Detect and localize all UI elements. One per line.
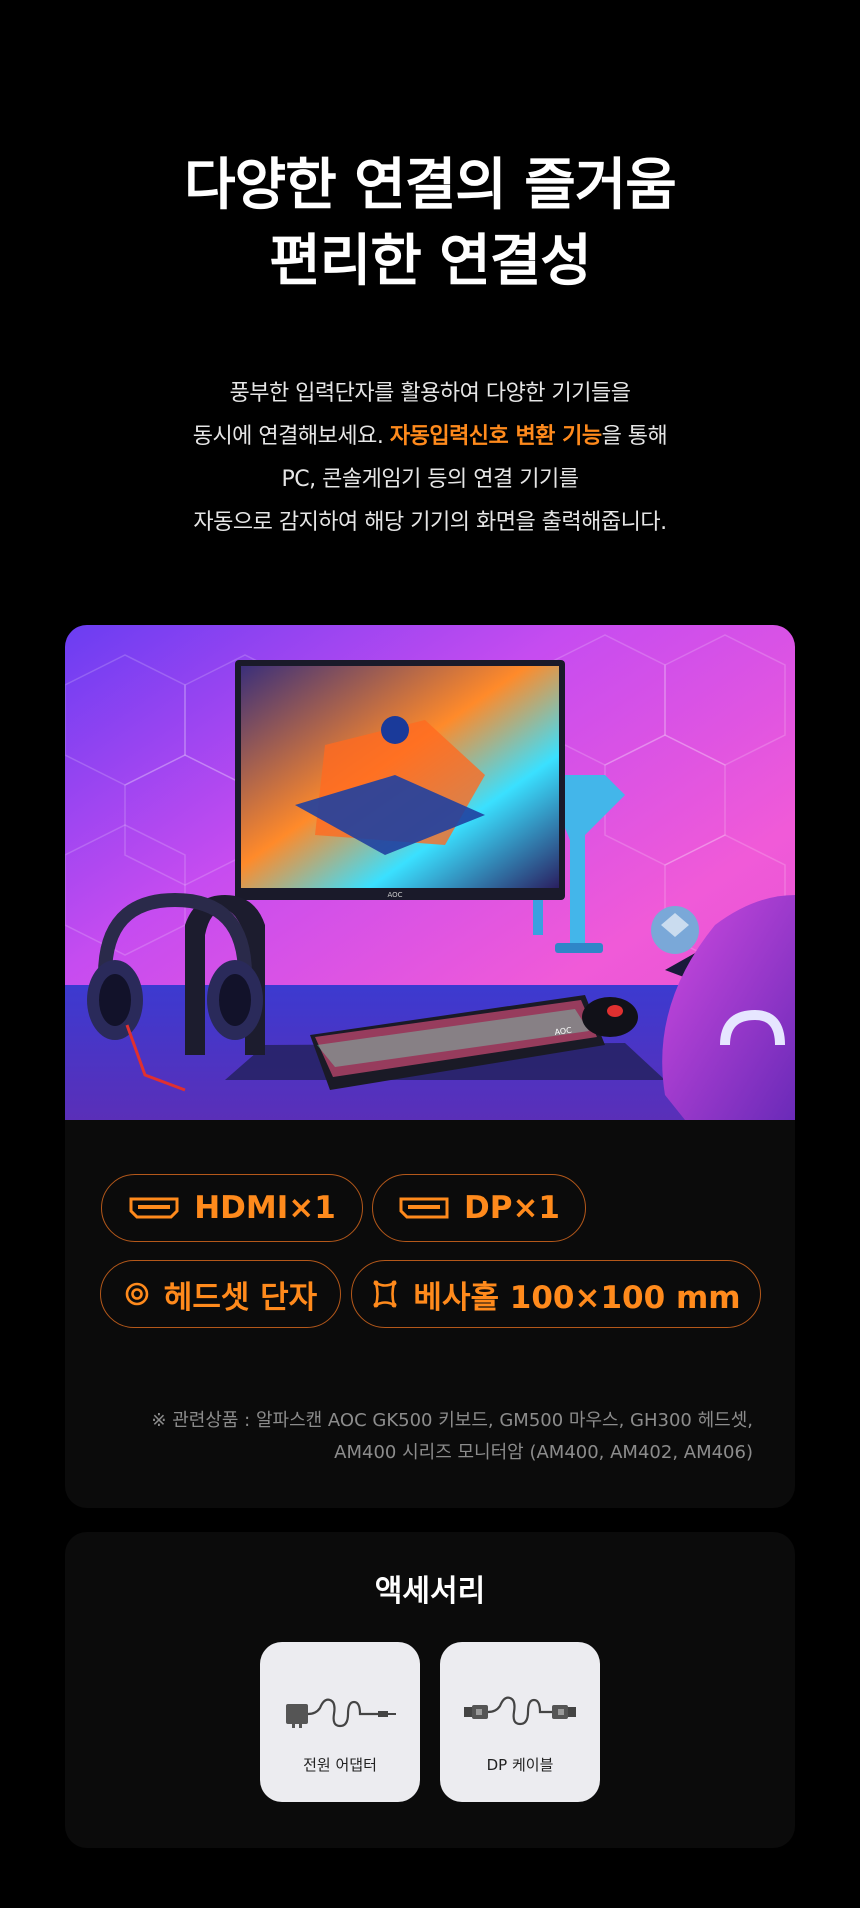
dp-label: DP×1 [464,1190,560,1226]
hdmi-label: HDMI×1 [194,1190,336,1226]
accessory-dp-cable-label: DP 케이블 [486,1756,554,1774]
description: 풍부한 입력단자를 활용하여 다양한 기기들을 동시에 연결해보세요. 자동입력… [0,372,860,544]
accessories-card: 액세서리 전원 어댑터 DP 케이블 [65,1532,795,1848]
headset-label: 헤드셋 단자 [163,1279,318,1316]
related-note-line-2: AM400 시리즈 모니터암 (AM400, AM402, AM406) [334,1442,753,1463]
description-line-2: 동시에 연결해보세요. 자동입력신호 변환 기능을 통해 [0,415,860,458]
headset-badge: 헤드셋 단자 [100,1260,341,1328]
vesa-badge: 베사홀 100×100 mm [351,1260,761,1328]
vesa-label: 베사홀 100×100 mm [413,1279,741,1316]
headset-jack-icon [124,1281,150,1307]
description-line-3: PC, 콘솔게임기 등의 연결 기기를 [281,467,579,492]
description-line-2-pre: 동시에 연결해보세요. [192,424,390,449]
auto-input-highlight: 자동입력신호 변환 기능 [389,424,602,449]
headline-line-2: 편리한 연결성 [269,229,592,294]
accessories-title: 액세서리 [374,1574,486,1609]
related-note-line-1: ※ 관련상품 : 알파스캔 AOC GK500 키보드, GM500 마우스, … [151,1410,753,1431]
connectivity-card: AOC AOC HDMI×1 DP×1 헤드셋 단자 베사홀 100×100 m… [65,625,795,1508]
hdmi-port-icon [128,1195,180,1221]
hdmi-badge: HDMI×1 [101,1174,363,1242]
related-products-note: ※ 관련상품 : 알파스캔 AOC GK500 키보드, GM500 마우스, … [151,1405,753,1469]
vesa-mount-icon [371,1280,399,1308]
description-line-2-post: 을 통해 [601,424,668,449]
accessory-power-adapter: 전원 어댑터 [260,1642,420,1802]
dp-badge: DP×1 [372,1174,586,1242]
accessory-dp-cable: DP 케이블 [440,1642,600,1802]
power-adapter-icon [286,1698,396,1728]
headline-line-1: 다양한 연결의 즐거움 [184,153,677,218]
description-line-1: 풍부한 입력단자를 활용하여 다양한 기기들을 [229,381,631,406]
dp-cable-icon [464,1696,576,1726]
displayport-icon [398,1195,450,1221]
description-line-4: 자동으로 감지하여 해당 기기의 화면을 출력해줍니다. [193,510,667,535]
accessory-power-adapter-label: 전원 어댑터 [303,1756,377,1774]
headline: 다양한 연결의 즐거움 편리한 연결성 [0,148,860,300]
port-badges: HDMI×1 DP×1 헤드셋 단자 베사홀 100×100 mm [65,625,795,1508]
